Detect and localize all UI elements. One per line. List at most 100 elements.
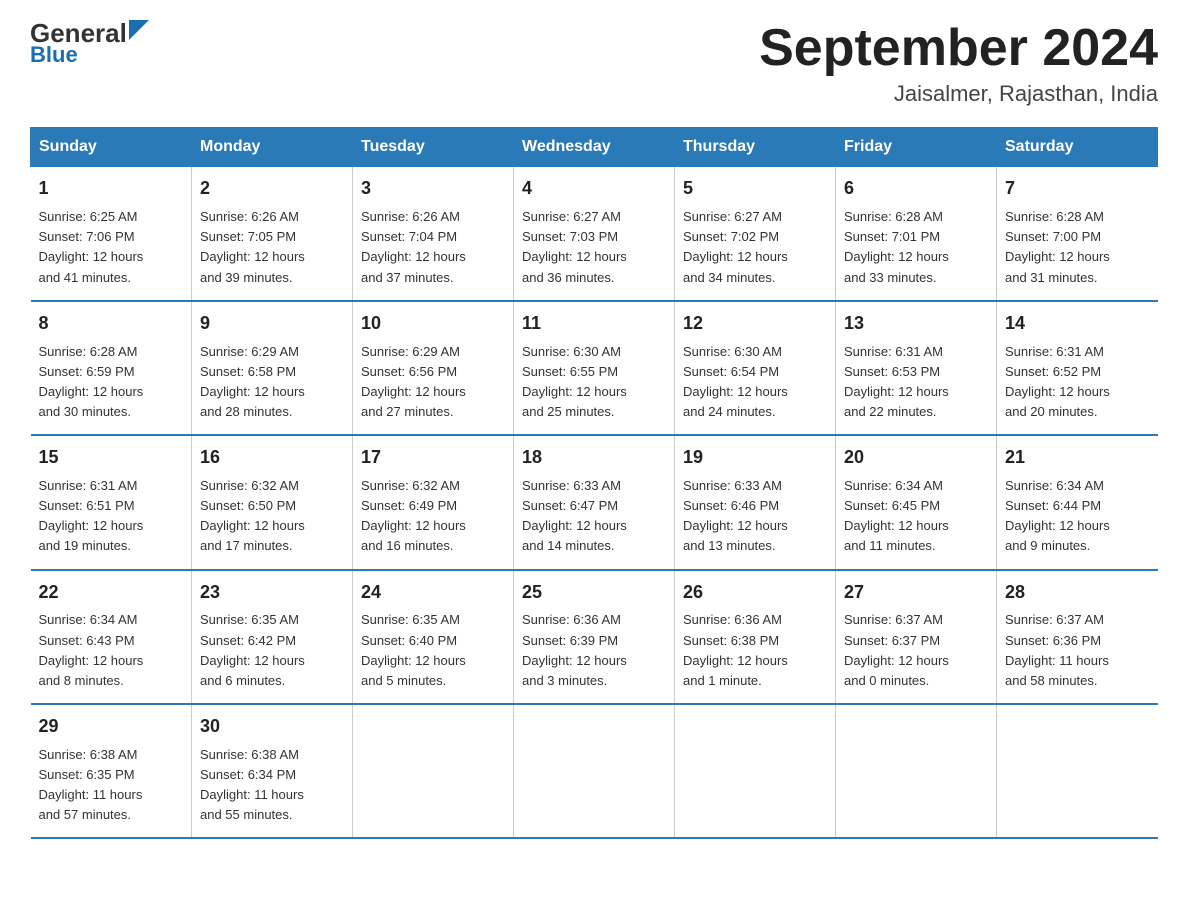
day-number: 21 — [1005, 444, 1150, 472]
day-number: 19 — [683, 444, 827, 472]
calendar-cell: 23 Sunrise: 6:35 AM Sunset: 6:42 PM Dayli… — [192, 570, 353, 704]
day-info: Sunrise: 6:26 AM Sunset: 7:04 PM Dayligh… — [361, 207, 505, 288]
calendar-cell — [353, 704, 514, 838]
calendar-cell — [836, 704, 997, 838]
day-number: 28 — [1005, 579, 1150, 607]
calendar-cell: 25 Sunrise: 6:36 AM Sunset: 6:39 PM Dayli… — [514, 570, 675, 704]
calendar-cell: 30 Sunrise: 6:38 AM Sunset: 6:34 PM Dayli… — [192, 704, 353, 838]
day-number: 12 — [683, 310, 827, 338]
day-number: 25 — [522, 579, 666, 607]
calendar-cell: 6 Sunrise: 6:28 AM Sunset: 7:01 PM Daylig… — [836, 167, 997, 301]
weekday-header-thursday: Thursday — [675, 128, 836, 167]
calendar-cell: 24 Sunrise: 6:35 AM Sunset: 6:40 PM Dayli… — [353, 570, 514, 704]
day-number: 27 — [844, 579, 988, 607]
day-info: Sunrise: 6:33 AM Sunset: 6:47 PM Dayligh… — [522, 476, 666, 557]
day-info: Sunrise: 6:32 AM Sunset: 6:50 PM Dayligh… — [200, 476, 344, 557]
calendar-cell: 16 Sunrise: 6:32 AM Sunset: 6:50 PM Dayli… — [192, 435, 353, 569]
calendar-cell: 20Sunrise: 6:34 AM Sunset: 6:45 PM Dayli… — [836, 435, 997, 569]
calendar-cell: 21 Sunrise: 6:34 AM Sunset: 6:44 PM Dayli… — [997, 435, 1158, 569]
day-info: Sunrise: 6:30 AM Sunset: 6:55 PM Dayligh… — [522, 342, 666, 423]
weekday-header-sunday: Sunday — [31, 128, 192, 167]
day-info: Sunrise: 6:28 AM Sunset: 6:59 PM Dayligh… — [39, 342, 184, 423]
calendar-week-row: 1Sunrise: 6:25 AM Sunset: 7:06 PM Daylig… — [31, 167, 1158, 301]
location-title: Jaisalmer, Rajasthan, India — [759, 81, 1158, 107]
day-info: Sunrise: 6:34 AM Sunset: 6:43 PM Dayligh… — [39, 610, 184, 691]
day-info: Sunrise: 6:38 AM Sunset: 6:34 PM Dayligh… — [200, 745, 344, 826]
day-number: 2 — [200, 175, 344, 203]
calendar-cell: 10 Sunrise: 6:29 AM Sunset: 6:56 PM Dayli… — [353, 301, 514, 435]
logo-text-blue: Blue — [30, 42, 78, 68]
calendar-cell: 11 Sunrise: 6:30 AM Sunset: 6:55 PM Dayli… — [514, 301, 675, 435]
calendar-cell — [514, 704, 675, 838]
day-info: Sunrise: 6:26 AM Sunset: 7:05 PM Dayligh… — [200, 207, 344, 288]
day-number: 10 — [361, 310, 505, 338]
day-info: Sunrise: 6:30 AM Sunset: 6:54 PM Dayligh… — [683, 342, 827, 423]
weekday-header-saturday: Saturday — [997, 128, 1158, 167]
calendar-cell: 17 Sunrise: 6:32 AM Sunset: 6:49 PM Dayli… — [353, 435, 514, 569]
weekday-header-monday: Monday — [192, 128, 353, 167]
day-number: 17 — [361, 444, 505, 472]
calendar-week-row: 22 Sunrise: 6:34 AM Sunset: 6:43 PM Dayli… — [31, 570, 1158, 704]
day-number: 14 — [1005, 310, 1150, 338]
day-number: 30 — [200, 713, 344, 741]
day-number: 9 — [200, 310, 344, 338]
calendar-header-row: SundayMondayTuesdayWednesdayThursdayFrid… — [31, 128, 1158, 167]
day-number: 11 — [522, 310, 666, 338]
day-info: Sunrise: 6:31 AM Sunset: 6:52 PM Dayligh… — [1005, 342, 1150, 423]
calendar-cell: 15 Sunrise: 6:31 AM Sunset: 6:51 PM Dayli… — [31, 435, 192, 569]
day-info: Sunrise: 6:32 AM Sunset: 6:49 PM Dayligh… — [361, 476, 505, 557]
day-info: Sunrise: 6:31 AM Sunset: 6:53 PM Dayligh… — [844, 342, 988, 423]
day-info: Sunrise: 6:36 AM Sunset: 6:39 PM Dayligh… — [522, 610, 666, 691]
day-number: 1 — [39, 175, 184, 203]
day-number: 13 — [844, 310, 988, 338]
calendar-cell: 5 Sunrise: 6:27 AM Sunset: 7:02 PM Daylig… — [675, 167, 836, 301]
day-number: 16 — [200, 444, 344, 472]
weekday-header-friday: Friday — [836, 128, 997, 167]
day-info: Sunrise: 6:28 AM Sunset: 7:00 PM Dayligh… — [1005, 207, 1150, 288]
day-info: Sunrise: 6:29 AM Sunset: 6:56 PM Dayligh… — [361, 342, 505, 423]
calendar-cell: 4 Sunrise: 6:27 AM Sunset: 7:03 PM Daylig… — [514, 167, 675, 301]
day-number: 4 — [522, 175, 666, 203]
day-info: Sunrise: 6:34 AM Sunset: 6:44 PM Dayligh… — [1005, 476, 1150, 557]
weekday-header-wednesday: Wednesday — [514, 128, 675, 167]
day-number: 26 — [683, 579, 827, 607]
day-number: 29 — [39, 713, 184, 741]
day-info: Sunrise: 6:29 AM Sunset: 6:58 PM Dayligh… — [200, 342, 344, 423]
day-info: Sunrise: 6:35 AM Sunset: 6:40 PM Dayligh… — [361, 610, 505, 691]
calendar-cell: 1Sunrise: 6:25 AM Sunset: 7:06 PM Daylig… — [31, 167, 192, 301]
calendar-cell: 14 Sunrise: 6:31 AM Sunset: 6:52 PM Dayli… — [997, 301, 1158, 435]
day-info: Sunrise: 6:27 AM Sunset: 7:02 PM Dayligh… — [683, 207, 827, 288]
calendar-week-row: 15 Sunrise: 6:31 AM Sunset: 6:51 PM Dayli… — [31, 435, 1158, 569]
logo: General Blue — [30, 20, 149, 68]
day-number: 23 — [200, 579, 344, 607]
calendar-cell: 28Sunrise: 6:37 AM Sunset: 6:36 PM Dayli… — [997, 570, 1158, 704]
day-number: 6 — [844, 175, 988, 203]
title-area: September 2024 Jaisalmer, Rajasthan, Ind… — [759, 20, 1158, 107]
weekday-header-tuesday: Tuesday — [353, 128, 514, 167]
day-number: 18 — [522, 444, 666, 472]
calendar-cell: 22 Sunrise: 6:34 AM Sunset: 6:43 PM Dayli… — [31, 570, 192, 704]
calendar-cell: 8Sunrise: 6:28 AM Sunset: 6:59 PM Daylig… — [31, 301, 192, 435]
calendar-cell: 12 Sunrise: 6:30 AM Sunset: 6:54 PM Dayli… — [675, 301, 836, 435]
day-info: Sunrise: 6:33 AM Sunset: 6:46 PM Dayligh… — [683, 476, 827, 557]
day-number: 22 — [39, 579, 184, 607]
logo-triangle-icon — [129, 20, 149, 40]
calendar-week-row: 29 Sunrise: 6:38 AM Sunset: 6:35 PM Dayli… — [31, 704, 1158, 838]
day-number: 24 — [361, 579, 505, 607]
day-number: 20 — [844, 444, 988, 472]
day-info: Sunrise: 6:35 AM Sunset: 6:42 PM Dayligh… — [200, 610, 344, 691]
day-info: Sunrise: 6:31 AM Sunset: 6:51 PM Dayligh… — [39, 476, 184, 557]
day-number: 5 — [683, 175, 827, 203]
day-info: Sunrise: 6:28 AM Sunset: 7:01 PM Dayligh… — [844, 207, 988, 288]
calendar-cell — [997, 704, 1158, 838]
month-title: September 2024 — [759, 20, 1158, 77]
calendar-table: SundayMondayTuesdayWednesdayThursdayFrid… — [30, 127, 1158, 839]
day-number: 15 — [39, 444, 184, 472]
calendar-cell: 3Sunrise: 6:26 AM Sunset: 7:04 PM Daylig… — [353, 167, 514, 301]
calendar-cell: 19 Sunrise: 6:33 AM Sunset: 6:46 PM Dayli… — [675, 435, 836, 569]
day-info: Sunrise: 6:27 AM Sunset: 7:03 PM Dayligh… — [522, 207, 666, 288]
day-info: Sunrise: 6:38 AM Sunset: 6:35 PM Dayligh… — [39, 745, 184, 826]
calendar-week-row: 8Sunrise: 6:28 AM Sunset: 6:59 PM Daylig… — [31, 301, 1158, 435]
calendar-cell: 9 Sunrise: 6:29 AM Sunset: 6:58 PM Daylig… — [192, 301, 353, 435]
day-number: 7 — [1005, 175, 1150, 203]
